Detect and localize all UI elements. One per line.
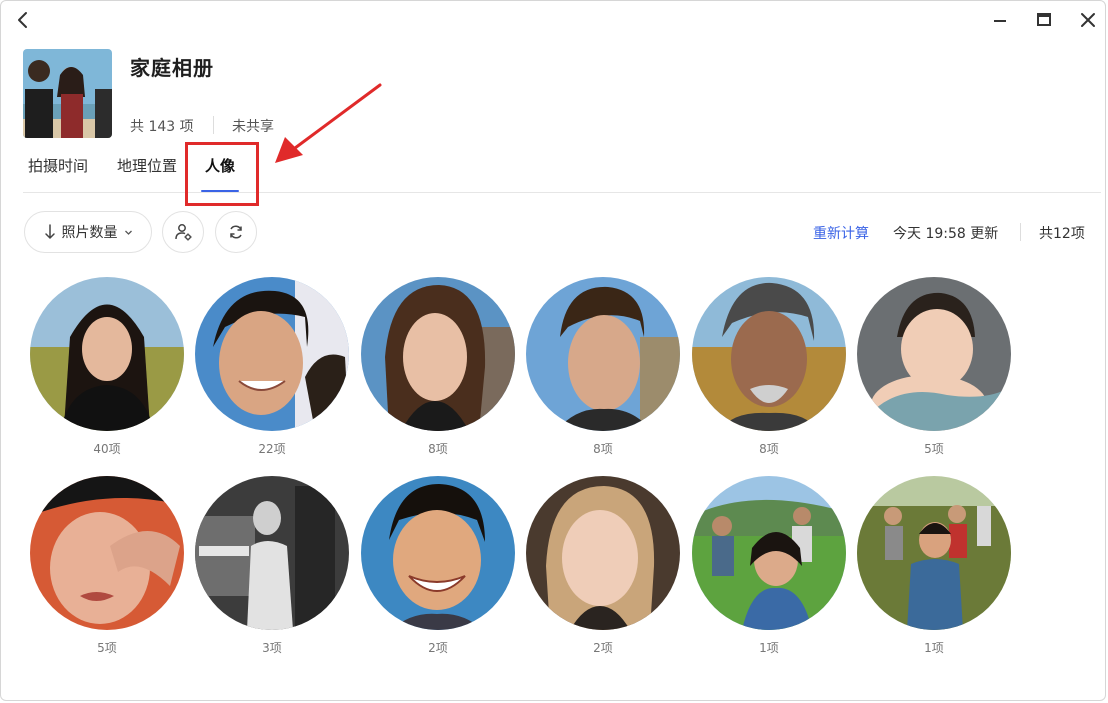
person-card-5[interactable]: 8项 bbox=[692, 277, 846, 457]
minimize-icon[interactable] bbox=[989, 9, 1011, 31]
album-item-count: 共 143 项 bbox=[130, 119, 194, 135]
person-item-count: 8项 bbox=[593, 442, 613, 456]
close-icon[interactable] bbox=[1077, 9, 1099, 31]
person-face-thumbnail bbox=[195, 476, 349, 630]
toolbar-divider bbox=[1020, 223, 1021, 241]
tab-location[interactable]: 地理位置 bbox=[117, 155, 177, 176]
chevron-down-icon bbox=[124, 230, 132, 235]
maximize-icon[interactable] bbox=[1033, 9, 1055, 31]
person-face-thumbnail bbox=[857, 277, 1011, 431]
people-settings-button[interactable] bbox=[162, 211, 204, 253]
person-item-count: 8项 bbox=[428, 442, 448, 456]
tab-capture-time[interactable]: 拍摄时间 bbox=[28, 155, 88, 176]
person-item-count: 2项 bbox=[428, 641, 448, 655]
person-face-thumbnail bbox=[526, 277, 680, 431]
person-card-8[interactable]: 3项 bbox=[195, 476, 349, 656]
person-card-7[interactable]: 5项 bbox=[30, 476, 184, 656]
album-share-status: 未共享 bbox=[232, 119, 274, 135]
person-card-2[interactable]: 22项 bbox=[195, 277, 349, 457]
people-total-count: 共12项 bbox=[1039, 226, 1085, 242]
refresh-button[interactable] bbox=[215, 211, 257, 253]
person-face-thumbnail bbox=[692, 277, 846, 431]
person-face-thumbnail bbox=[692, 476, 846, 630]
person-item-count: 5项 bbox=[97, 641, 117, 655]
person-card-9[interactable]: 2项 bbox=[361, 476, 515, 656]
refresh-icon bbox=[230, 225, 242, 239]
person-face-thumbnail bbox=[195, 277, 349, 431]
person-gear-icon bbox=[175, 224, 192, 241]
person-face-thumbnail bbox=[361, 476, 515, 630]
person-item-count: 3项 bbox=[262, 641, 282, 655]
last-updated-text: 今天 19:58 更新 bbox=[893, 226, 999, 242]
sort-by-photo-count-button[interactable]: 照片数量 bbox=[24, 211, 152, 253]
person-card-4[interactable]: 8项 bbox=[526, 277, 680, 457]
person-item-count: 8项 bbox=[759, 442, 779, 456]
person-card-1[interactable]: 40项 bbox=[30, 277, 184, 457]
person-card-3[interactable]: 8项 bbox=[361, 277, 515, 457]
person-item-count: 5项 bbox=[924, 442, 944, 456]
person-card-6[interactable]: 5项 bbox=[857, 277, 1011, 457]
person-item-count: 2项 bbox=[593, 641, 613, 655]
album-window: 家庭相册 共 143 项 未共享 拍摄时间 地理位置 人像 照片数量 重新计算 … bbox=[0, 0, 1106, 701]
annotation-highlight-box bbox=[185, 142, 259, 206]
sort-label: 照片数量 bbox=[61, 225, 118, 241]
album-cover-image bbox=[23, 49, 112, 138]
album-title: 家庭相册 bbox=[130, 56, 214, 80]
person-card-10[interactable]: 2项 bbox=[526, 476, 680, 656]
sort-down-arrow-icon bbox=[44, 224, 55, 239]
person-card-11[interactable]: 1项 bbox=[692, 476, 846, 656]
person-face-thumbnail bbox=[526, 476, 680, 630]
person-face-thumbnail bbox=[30, 277, 184, 431]
person-card-12[interactable]: 1项 bbox=[857, 476, 1011, 656]
annotation-arrow-icon bbox=[275, 83, 382, 163]
album-info-divider bbox=[213, 116, 214, 134]
back-arrow-icon[interactable] bbox=[13, 9, 35, 31]
recalculate-link[interactable]: 重新计算 bbox=[813, 223, 869, 243]
person-face-thumbnail bbox=[857, 476, 1011, 630]
person-face-thumbnail bbox=[30, 476, 184, 630]
person-item-count: 40项 bbox=[93, 442, 121, 456]
person-item-count: 22项 bbox=[258, 442, 286, 456]
person-item-count: 1项 bbox=[759, 641, 779, 655]
person-face-thumbnail bbox=[361, 277, 515, 431]
person-item-count: 1项 bbox=[924, 641, 944, 655]
